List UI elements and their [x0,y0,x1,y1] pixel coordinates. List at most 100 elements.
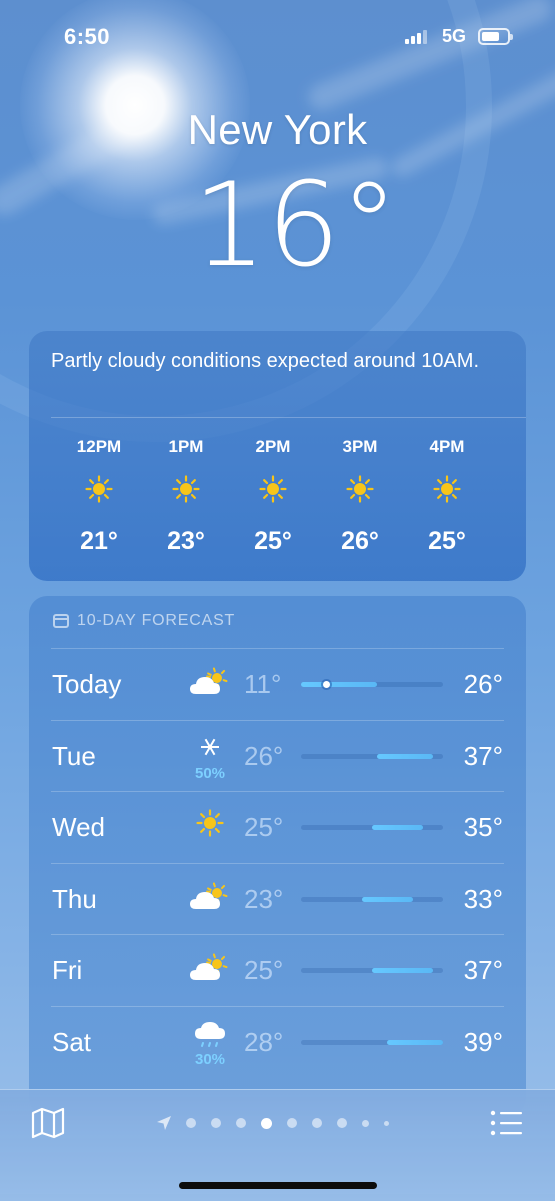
temperature-range-track [301,897,443,902]
high-temperature: 35° [464,812,503,843]
rain-icon: 30% [185,1017,235,1069]
high-temperature: 33° [464,884,503,915]
low-temperature: 25° [244,955,283,986]
hour-temperature: 26° [318,527,402,556]
page-indicator[interactable] [156,1116,396,1130]
sun-icon [318,473,402,517]
temperature-range-bar [301,682,377,687]
ten-day-forecast-header: 10-DAY FORECAST [53,612,235,630]
hourly-forecast-card[interactable]: Partly cloudy conditions expected around… [29,331,526,581]
temperature-range-bar [362,897,413,902]
temperature-range-bar [377,754,433,759]
forecast-row[interactable]: Thu 23° 33° [51,863,504,935]
status-time: 6:50 [64,24,110,50]
forecast-row[interactable]: Fri 25° 37° [51,934,504,1006]
high-temperature: 26° [464,669,503,700]
forecast-day: Fri [52,955,82,986]
forecast-day: Tue [52,741,96,772]
hourly-strip[interactable]: AM 9° 12PM 21° 1PM 23° 2PM 25° 3PM 26° 4… [29,437,526,567]
hour-label: 12PM [57,437,141,459]
temperature-range-bar [372,825,423,830]
forecast-day: Wed [52,812,105,843]
hour-column: 4PM 25° [405,437,489,556]
calendar-icon [53,614,69,628]
current-temperature: 16° [0,158,555,293]
partly-cloudy-icon [185,659,235,711]
low-temperature: 23° [244,884,283,915]
network-type: 5G [442,26,466,47]
cloud-wisp [305,0,555,114]
home-indicator [179,1182,377,1189]
page-dot[interactable] [236,1118,246,1128]
page-dot[interactable] [261,1118,272,1129]
page-dot[interactable] [384,1121,389,1126]
sun-icon [231,473,315,517]
map-icon [30,1107,66,1139]
sun-icon [57,473,141,517]
ten-day-forecast-card[interactable]: 10-DAY FORECAST Today 11° 26° Tue 50% 26… [29,596,526,1116]
low-temperature: 25° [244,812,283,843]
forecast-row[interactable]: Tue 50% 26° 37° [51,720,504,792]
hour-column: AM 9° [29,437,54,556]
forecast-day: Thu [52,884,97,915]
partly-cloudy-icon [185,874,235,926]
forecast-summary: Partly cloudy conditions expected around… [51,348,501,374]
ten-day-forecast-title: 10-DAY FORECAST [77,612,235,630]
forecast-day: Sat [52,1027,91,1058]
hour-column: 12PM 21° [57,437,141,556]
temperature-range-bar [372,968,433,973]
page-dot[interactable] [312,1118,322,1128]
forecast-row[interactable]: Sat 30% 28° 39° [51,1006,504,1078]
temperature-range-track [301,968,443,973]
page-dot[interactable] [186,1118,196,1128]
low-temperature: 11° [244,669,281,700]
hour-column: 2PM 25° [231,437,315,556]
sun-icon [405,473,489,517]
hour-temperature: 9° [29,527,54,556]
hour-temperature: 25° [231,527,315,556]
hour-label: AM [29,437,54,459]
hour-column: 3PM 26° [318,437,402,556]
high-temperature: 37° [464,741,503,772]
hour-temperature: 21° [57,527,141,556]
temperature-range-track [301,825,443,830]
low-temperature: 26° [244,741,283,772]
status-bar: 6:50 5G [0,22,555,54]
location-name: New York [0,106,555,154]
map-button[interactable] [30,1107,66,1139]
hour-label: 1PM [144,437,228,459]
sun-icon [185,802,235,854]
forecast-row[interactable]: Wed 25° 35° [51,791,504,863]
cellular-signal-icon [405,30,433,44]
location-list-button[interactable] [489,1108,525,1138]
forecast-row[interactable]: Today 11° 26° [51,648,504,720]
high-temperature: 39° [464,1027,503,1058]
list-icon [489,1108,525,1138]
temperature-range-track [301,682,443,687]
high-temperature: 37° [464,955,503,986]
hour-column: 1PM 23° [144,437,228,556]
hour-label: 4PM [405,437,489,459]
sun-icon [29,473,54,517]
page-dot[interactable] [211,1118,221,1128]
hour-temperature: 23° [144,527,228,556]
page-dot[interactable] [287,1118,297,1128]
sun-icon [144,473,228,517]
forecast-day: Today [52,669,121,700]
hour-temperature: 25° [405,527,489,556]
location-arrow-icon [156,1115,172,1131]
temperature-range-track [301,754,443,759]
precipitation-chance: 30% [185,1051,235,1068]
bottom-toolbar [0,1089,555,1201]
page-dot[interactable] [337,1118,347,1128]
partly-cloudy-icon [185,945,235,997]
hour-label: 2PM [231,437,315,459]
hour-label: 3PM [318,437,402,459]
divider [51,417,526,418]
page-dot[interactable] [362,1120,369,1127]
temperature-range-track [301,1040,443,1045]
low-temperature: 28° [244,1027,283,1058]
temperature-range-bar [387,1040,443,1045]
battery-icon [478,28,510,45]
snow-icon: 50% [185,731,235,783]
